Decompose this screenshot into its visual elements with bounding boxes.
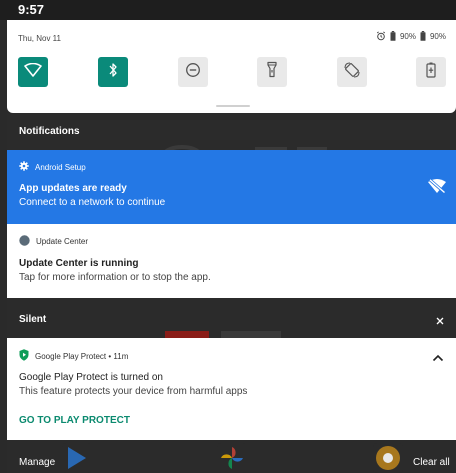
notification-title: Google Play Protect is turned on — [19, 372, 163, 383]
battery-icon — [390, 31, 396, 41]
alarm-icon — [376, 31, 386, 41]
notification-app-row: Google Play Protect • 11m — [19, 349, 128, 363]
notification-text: Connect to a network to continue — [19, 197, 166, 208]
notification-play-protect[interactable]: Google Play Protect • 11m Google Play Pr… — [7, 338, 456, 440]
qs-drag-handle[interactable] — [216, 105, 250, 107]
tile-bluetooth[interactable] — [98, 57, 128, 87]
notification-android-setup[interactable]: Android Setup App updates are ready Conn… — [7, 150, 456, 224]
silent-header: Silent — [19, 314, 47, 325]
collapse-chevron-icon[interactable] — [432, 349, 444, 367]
manage-button[interactable]: Manage — [19, 457, 55, 468]
wifi-off-icon — [427, 177, 447, 199]
do-not-disturb-icon — [185, 62, 201, 83]
battery-percent-2: 90% — [429, 31, 446, 41]
clear-all-button[interactable]: Clear all — [413, 457, 450, 468]
tile-battery-saver[interactable] — [416, 57, 446, 87]
wifi-icon — [24, 62, 42, 82]
notification-app-row: Update Center — [19, 235, 88, 248]
tile-auto-rotate[interactable] — [337, 57, 367, 87]
notification-app-name: Android Setup — [35, 162, 86, 172]
play-store-icon — [62, 443, 92, 473]
notification-shade: Notifications Android Setup App updates … — [7, 113, 456, 473]
notifications-header: Notifications — [19, 126, 80, 137]
notification-update-center[interactable]: Update Center Update Center is running T… — [7, 224, 456, 298]
qs-date[interactable]: Thu, Nov 11 — [18, 34, 61, 43]
go-to-play-protect-button[interactable]: GO TO PLAY PROTECT — [19, 415, 130, 426]
photos-icon — [217, 443, 247, 473]
update-center-icon — [19, 235, 30, 248]
battery-icon — [420, 31, 426, 41]
notification-app-name: Google Play Protect • 11m — [35, 351, 129, 361]
gear-icon — [19, 161, 29, 173]
flashlight-icon — [266, 61, 278, 83]
status-time: 9:57 — [18, 2, 45, 17]
tile-flashlight[interactable] — [257, 57, 287, 87]
qs-status-icons: 90% 90% — [376, 31, 446, 41]
battery-saver-icon — [426, 62, 436, 83]
tile-do-not-disturb[interactable] — [178, 57, 208, 87]
notification-title: Update Center is running — [19, 258, 139, 269]
battery-percent-1: 90% — [399, 31, 416, 41]
notification-app-row: Android Setup — [19, 161, 86, 173]
status-bar: 9:57 — [0, 0, 456, 20]
notification-title: App updates are ready — [19, 183, 127, 194]
chrome-icon — [373, 443, 403, 473]
close-icon[interactable] — [435, 313, 445, 331]
quick-settings-panel: Thu, Nov 11 90% 90% — [7, 20, 456, 113]
auto-rotate-icon — [343, 61, 361, 84]
play-protect-shield-icon — [19, 349, 29, 363]
bluetooth-icon — [108, 62, 118, 83]
notification-text: Tap for more information or to stop the … — [19, 272, 211, 283]
tile-wifi[interactable] — [18, 57, 48, 87]
notification-app-name: Update Center — [36, 237, 89, 246]
notification-text: This feature protects your device from h… — [19, 386, 248, 397]
